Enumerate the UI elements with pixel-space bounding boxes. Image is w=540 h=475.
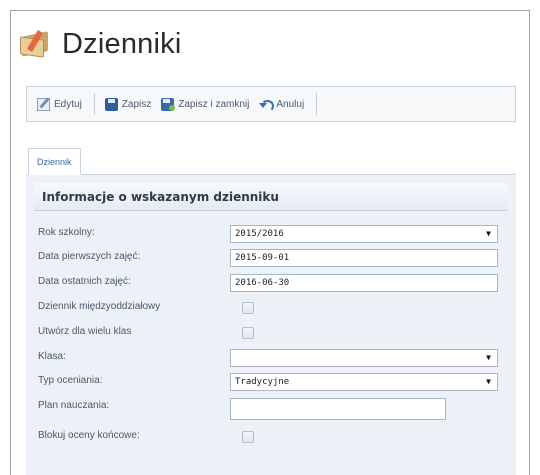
toolbar: Edytuj Zapisz Zapisz i zamknij Anuluj xyxy=(26,86,516,122)
edit-label: Edytuj xyxy=(54,98,82,110)
page-title: Dzienniki xyxy=(62,27,182,60)
chevron-down-icon: ▼ xyxy=(486,353,491,362)
form-row-wiele-klas: Utwórz dla wielu klas xyxy=(34,322,508,346)
save-button[interactable]: Zapisz xyxy=(104,97,152,111)
wiele-klas-checkbox[interactable] xyxy=(242,327,254,339)
miedzyoddzialowy-label: Dziennik międzyoddziałowy xyxy=(38,301,161,312)
toolbar-separator xyxy=(316,93,318,115)
data-pierwszych-label: Data pierwszych zajęć: xyxy=(38,251,141,262)
edit-button[interactable]: Edytuj xyxy=(37,97,82,111)
form-row-plan-nauczania: Plan nauczania: xyxy=(34,396,508,424)
toolbar-separator xyxy=(93,93,95,115)
form-row-data-pierwszych: Data pierwszych zajęć: 2015-09-01 xyxy=(34,247,508,271)
cancel-button[interactable]: Anuluj xyxy=(259,98,305,112)
form-row-data-ostatnich: Data ostatnich zajęć: 2016-06-30 xyxy=(34,272,508,296)
form-row-typ-oceniania: Typ oceniania: Tradycyjne ▼ xyxy=(34,371,508,395)
blokuj-oceny-checkbox[interactable] xyxy=(242,431,254,443)
chevron-down-icon: ▼ xyxy=(486,229,491,238)
plan-nauczania-input[interactable] xyxy=(230,398,446,420)
rok-szkolny-label: Rok szkolny: xyxy=(38,227,95,238)
undo-icon xyxy=(259,98,275,112)
section-title: Informacje o wskazanym dzienniku xyxy=(34,183,508,211)
edit-icon xyxy=(37,97,50,111)
rok-szkolny-value: 2015/2016 xyxy=(235,229,284,239)
save-icon xyxy=(104,97,118,111)
miedzyoddzialowy-checkbox[interactable] xyxy=(242,302,254,314)
klasa-label: Klasa: xyxy=(38,351,66,362)
page-header: Dzienniki xyxy=(18,20,181,68)
journal-book-icon xyxy=(18,28,54,60)
form-row-blokuj-oceny: Blokuj oceny końcowe: xyxy=(34,426,508,450)
data-ostatnich-label: Data ostatnich zajęć: xyxy=(38,276,131,287)
save-close-label: Zapisz i zamknij xyxy=(178,98,250,110)
form-panel: Informacje o wskazanym dzienniku Rok szk… xyxy=(26,175,516,475)
tab-bar: Dziennik xyxy=(26,148,516,175)
typ-oceniania-value: Tradycyjne xyxy=(235,377,290,387)
wiele-klas-label: Utwórz dla wielu klas xyxy=(38,326,132,337)
form-row-rok-szkolny: Rok szkolny: 2015/2016 ▼ xyxy=(34,223,508,247)
form-row-miedzyoddzialowy: Dziennik międzyoddziałowy xyxy=(34,297,508,321)
cancel-label: Anuluj xyxy=(276,98,305,110)
plan-nauczania-label: Plan nauczania: xyxy=(38,400,110,411)
data-pierwszych-input[interactable]: 2015-09-01 xyxy=(230,249,498,267)
klasa-select[interactable]: ▼ xyxy=(230,349,498,367)
data-ostatnich-input[interactable]: 2016-06-30 xyxy=(230,274,498,292)
chevron-down-icon: ▼ xyxy=(486,377,491,386)
save-label: Zapisz xyxy=(121,98,152,110)
tab-dziennik[interactable]: Dziennik xyxy=(28,148,81,175)
save-close-icon xyxy=(161,97,176,111)
blokuj-oceny-label: Blokuj oceny końcowe: xyxy=(38,430,140,441)
save-close-button[interactable]: Zapisz i zamknij xyxy=(161,97,250,111)
rok-szkolny-select[interactable]: 2015/2016 ▼ xyxy=(230,225,498,243)
typ-oceniania-select[interactable]: Tradycyjne ▼ xyxy=(230,373,498,391)
form-row-klasa: Klasa: ▼ xyxy=(34,347,508,371)
typ-oceniania-label: Typ oceniania: xyxy=(38,375,103,386)
